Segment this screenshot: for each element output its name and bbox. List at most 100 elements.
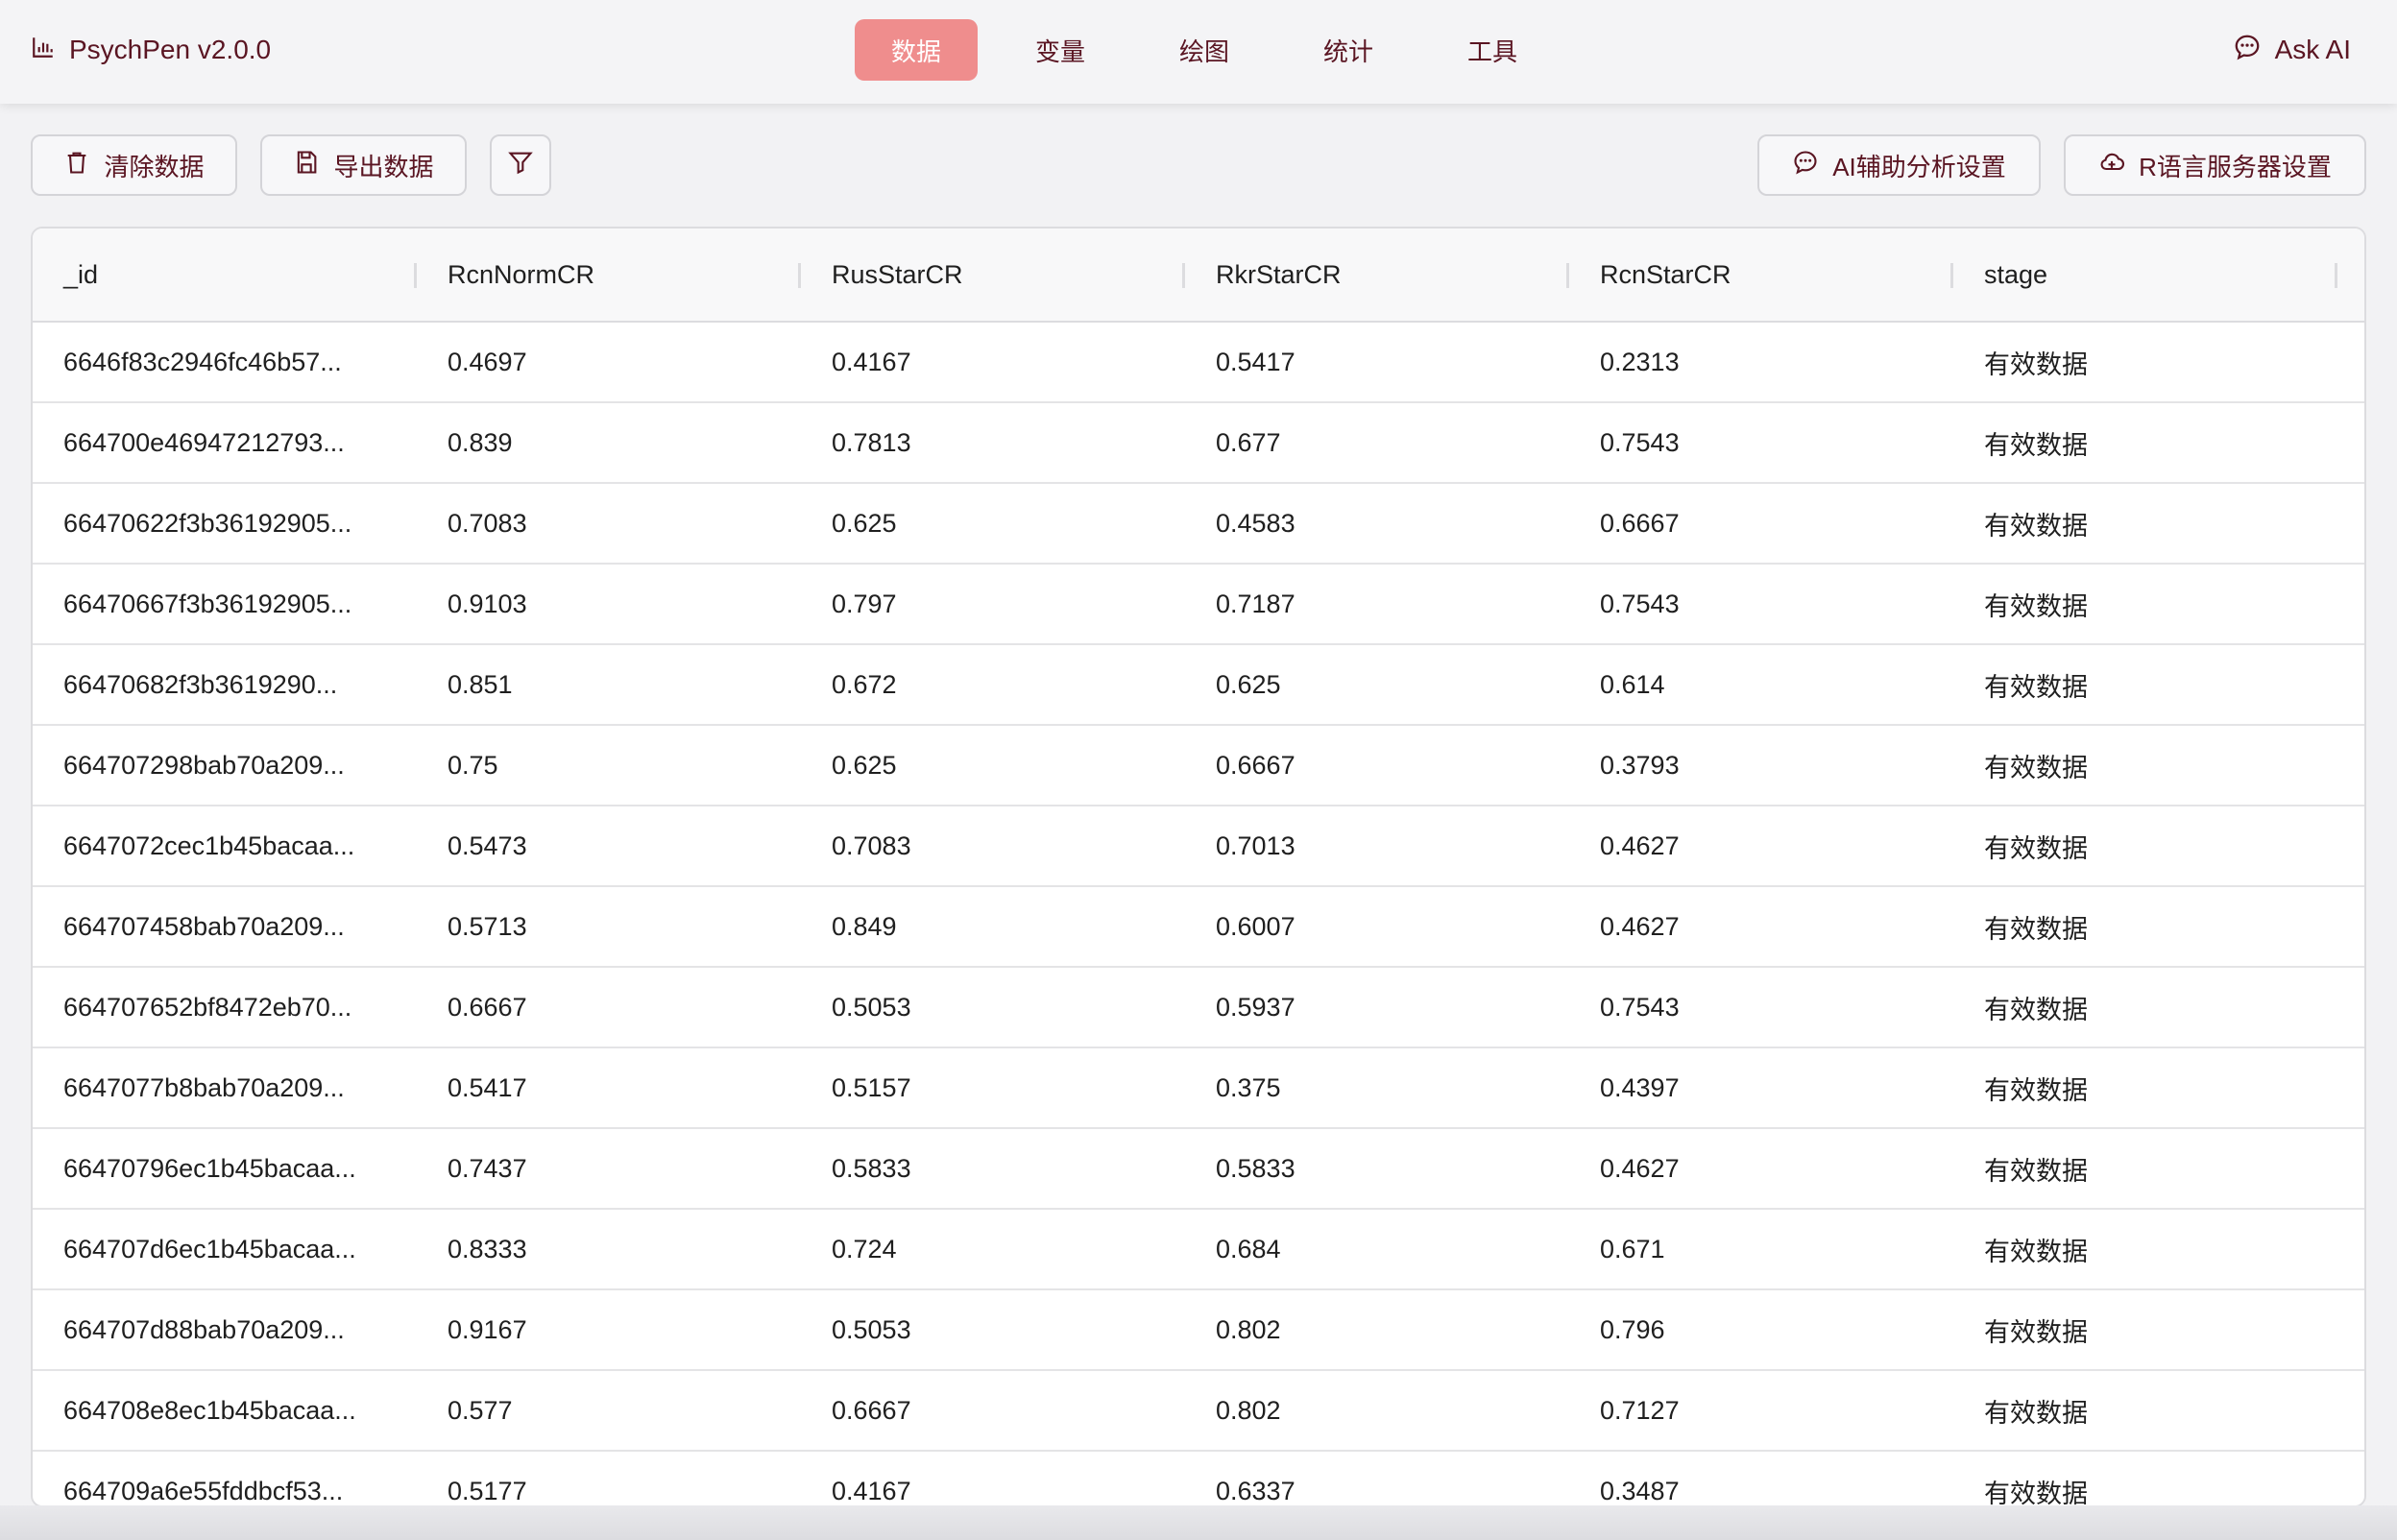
- save-icon: [293, 149, 320, 182]
- column-header-id[interactable]: _id: [33, 229, 417, 321]
- filter-button[interactable]: [490, 134, 551, 196]
- table-row[interactable]: 6646f83c2946fc46b57... 0.4697 0.4167 0.5417…: [33, 323, 2364, 403]
- table-row[interactable]: 664709a6e55fddbcf53... 0.5177 0.4167 0.6337…: [33, 1452, 2364, 1506]
- cell-stage: 有效数据: [1984, 511, 2088, 541]
- table-row[interactable]: 664707652bf8472eb70... 0.6667 0.5053 0.5937…: [33, 968, 2364, 1048]
- cell-rcnnormcr: 0.5417: [448, 1072, 527, 1102]
- export-data-label: 导出数据: [333, 152, 434, 181]
- cell-id: 664708e8ec1b45bacaa...: [63, 1395, 356, 1425]
- table-row[interactable]: 664700e46947212793... 0.839 0.7813 0.677 0.7…: [33, 403, 2364, 484]
- cell-stage: 有效数据: [1984, 672, 2088, 702]
- cell-rkrstarcr: 0.7013: [1216, 830, 1295, 860]
- cell-russtarcr: 0.625: [832, 750, 897, 780]
- table-row[interactable]: 664707d88bab70a209... 0.9167 0.5053 0.802 0.…: [33, 1290, 2364, 1371]
- table-row[interactable]: 664707298bab70a209... 0.75 0.625 0.6667 0.37…: [33, 726, 2364, 806]
- table-row[interactable]: 66470622f3b36192905... 0.7083 0.625 0.4583 0…: [33, 484, 2364, 565]
- cell-rkrstarcr: 0.7187: [1216, 589, 1295, 618]
- cell-russtarcr: 0.5053: [832, 1314, 911, 1344]
- cell-id: 664709a6e55fddbcf53...: [63, 1476, 344, 1505]
- tab-statistics[interactable]: 统计: [1287, 19, 1410, 81]
- column-header-russtarcr[interactable]: RusStarCR: [801, 229, 1185, 321]
- cell-russtarcr: 0.849: [832, 911, 897, 941]
- cell-russtarcr: 0.7813: [832, 427, 911, 457]
- ask-ai-button[interactable]: Ask AI: [2233, 29, 2351, 71]
- cell-rcnstarcr: 0.3487: [1600, 1476, 1680, 1505]
- table-row[interactable]: 6647072cec1b45bacaa... 0.5473 0.7083 0.7013…: [33, 806, 2364, 887]
- cell-stage: 有效数据: [1984, 430, 2088, 460]
- cell-rkrstarcr: 0.684: [1216, 1234, 1281, 1263]
- cell-stage: 有效数据: [1984, 914, 2088, 944]
- table-body: 6646f83c2946fc46b57... 0.4697 0.4167 0.5417…: [33, 323, 2364, 1506]
- table-row[interactable]: 664707458bab70a209... 0.5713 0.849 0.6007 0.…: [33, 887, 2364, 968]
- table-row[interactable]: 664708e8ec1b45bacaa... 0.577 0.6667 0.802 0.…: [33, 1371, 2364, 1452]
- r-server-settings-button[interactable]: R语言服务器设置: [2064, 134, 2366, 196]
- bar-chart-icon: [31, 35, 56, 66]
- cloud-icon: [2098, 149, 2125, 182]
- cell-rkrstarcr: 0.6007: [1216, 911, 1295, 941]
- cell-russtarcr: 0.625: [832, 508, 897, 538]
- table-row[interactable]: 66470796ec1b45bacaa... 0.7437 0.5833 0.5833…: [33, 1129, 2364, 1210]
- cell-id: 664707d6ec1b45bacaa...: [63, 1234, 356, 1263]
- cell-rkrstarcr: 0.802: [1216, 1314, 1281, 1344]
- cell-id: 664707652bf8472eb70...: [63, 992, 352, 1022]
- export-data-button[interactable]: 导出数据: [260, 134, 467, 196]
- cell-rcnstarcr: 0.4627: [1600, 1153, 1680, 1183]
- tab-tools[interactable]: 工具: [1431, 19, 1554, 81]
- cell-rcnstarcr: 0.3793: [1600, 750, 1680, 780]
- cell-rcnnormcr: 0.6667: [448, 992, 527, 1022]
- cell-id: 664707d88bab70a209...: [63, 1314, 345, 1344]
- cell-rkrstarcr: 0.5417: [1216, 347, 1295, 376]
- ai-settings-button[interactable]: AI辅助分析设置: [1757, 134, 2041, 196]
- cell-stage: 有效数据: [1984, 1075, 2088, 1105]
- table-row[interactable]: 66470682f3b3619290... 0.851 0.672 0.625 0.61…: [33, 645, 2364, 726]
- cell-rcnnormcr: 0.9167: [448, 1314, 527, 1344]
- cell-id: 6647072cec1b45bacaa...: [63, 830, 355, 860]
- table-row[interactable]: 664707d6ec1b45bacaa... 0.8333 0.724 0.684 0.…: [33, 1210, 2364, 1290]
- cell-rcnstarcr: 0.7543: [1600, 992, 1680, 1022]
- table-row[interactable]: 66470667f3b36192905... 0.9103 0.797 0.7187 0…: [33, 565, 2364, 645]
- cell-rcnstarcr: 0.2313: [1600, 347, 1680, 376]
- cell-rcnstarcr: 0.7543: [1600, 427, 1680, 457]
- cell-id: 6647077b8bab70a209...: [63, 1072, 345, 1102]
- tab-variables[interactable]: 变量: [999, 19, 1122, 81]
- column-header-rcnnormcr[interactable]: RcnNormCR: [417, 229, 801, 321]
- cell-rkrstarcr: 0.625: [1216, 669, 1281, 699]
- cell-rkrstarcr: 0.6337: [1216, 1476, 1295, 1505]
- tab-plot[interactable]: 绘图: [1143, 19, 1266, 81]
- cell-stage: 有效数据: [1984, 1317, 2088, 1347]
- ask-ai-label: Ask AI: [2274, 35, 2351, 64]
- cell-stage: 有效数据: [1984, 1156, 2088, 1186]
- column-header-stage[interactable]: stage: [1953, 229, 2337, 321]
- r-server-settings-label: R语言服务器设置: [2139, 152, 2332, 181]
- column-header-rcnstarcr[interactable]: RcnStarCR: [1569, 229, 1953, 321]
- cell-rcnstarcr: 0.4627: [1600, 911, 1680, 941]
- cell-stage: 有效数据: [1984, 995, 2088, 1024]
- chat-bubble-icon: [1792, 149, 1819, 182]
- cell-rcnnormcr: 0.7437: [448, 1153, 527, 1183]
- data-toolbar: 清除数据 导出数据 AI辅助分析设置 R语言服务器设置: [31, 134, 2366, 196]
- cell-russtarcr: 0.724: [832, 1234, 897, 1263]
- cell-rcnnormcr: 0.5713: [448, 911, 527, 941]
- cell-russtarcr: 0.6667: [832, 1395, 911, 1425]
- tab-data[interactable]: 数据: [855, 19, 978, 81]
- cell-rkrstarcr: 0.4583: [1216, 508, 1295, 538]
- cell-russtarcr: 0.5053: [832, 992, 911, 1022]
- cell-id: 66470682f3b3619290...: [63, 669, 338, 699]
- column-header-rkrstarcr[interactable]: RkrStarCR: [1185, 229, 1569, 321]
- cell-id: 66470796ec1b45bacaa...: [63, 1153, 356, 1183]
- trash-icon: [63, 149, 90, 182]
- top-navbar: PsychPen v2.0.0 数据 变量 绘图 统计 工具 Ask AI: [0, 0, 2397, 104]
- cell-rcnstarcr: 0.6667: [1600, 508, 1680, 538]
- cell-russtarcr: 0.4167: [832, 347, 911, 376]
- cell-rcnstarcr: 0.4397: [1600, 1072, 1680, 1102]
- cell-id: 66470622f3b36192905...: [63, 508, 352, 538]
- cell-id: 664700e46947212793...: [63, 427, 345, 457]
- cell-stage: 有效数据: [1984, 753, 2088, 782]
- cell-id: 664707298bab70a209...: [63, 750, 345, 780]
- clear-data-button[interactable]: 清除数据: [31, 134, 237, 196]
- cell-rcnstarcr: 0.671: [1600, 1234, 1665, 1263]
- cell-russtarcr: 0.7083: [832, 830, 911, 860]
- table-row[interactable]: 6647077b8bab70a209... 0.5417 0.5157 0.375 0.…: [33, 1048, 2364, 1129]
- cell-rcnstarcr: 0.7543: [1600, 589, 1680, 618]
- cell-russtarcr: 0.5157: [832, 1072, 911, 1102]
